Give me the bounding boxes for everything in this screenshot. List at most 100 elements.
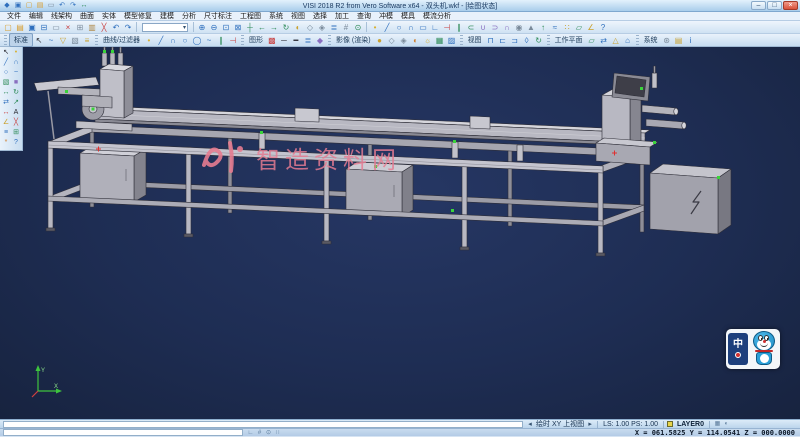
background-icon[interactable]: ▨: [446, 35, 458, 46]
line-style-icon[interactable]: ─: [278, 35, 290, 46]
light-icon[interactable]: ☼: [422, 35, 434, 46]
spline-icon[interactable]: ~: [203, 35, 215, 46]
right-cabinet[interactable]: [650, 164, 731, 234]
text-tool-icon[interactable]: A: [11, 108, 21, 118]
open-file-icon[interactable]: ▤: [35, 1, 45, 11]
refresh-icon[interactable]: ↔: [79, 1, 89, 11]
help-tool-icon[interactable]: ?: [11, 138, 21, 148]
mirror-tool-icon[interactable]: ⇄: [1, 98, 11, 108]
minimize-button[interactable]: –: [751, 1, 766, 10]
circle-icon[interactable]: ○: [179, 35, 191, 46]
select-chain-icon[interactable]: ~: [45, 35, 57, 46]
menu-item[interactable]: 模型修复: [120, 11, 156, 21]
machine-model[interactable]: [0, 47, 800, 419]
fillet-icon[interactable]: ⊂: [465, 22, 477, 33]
active-layer-label[interactable]: LAYER0: [675, 421, 706, 428]
menu-item[interactable]: 线架构: [47, 11, 76, 21]
toggle-grid-icon[interactable]: #: [255, 429, 264, 437]
menu-item[interactable]: 查询: [353, 11, 375, 21]
offset-icon[interactable]: ∥: [453, 22, 465, 33]
style-icon[interactable]: ◆: [314, 35, 326, 46]
toggle-ortho-icon[interactable]: ∟: [246, 429, 255, 437]
rectangle-icon[interactable]: ▭: [417, 22, 429, 33]
line-weight-icon[interactable]: ━: [290, 35, 302, 46]
surface-create-icon[interactable]: ▧: [1, 78, 11, 88]
point-icon[interactable]: •: [369, 22, 381, 33]
save-all-icon[interactable]: ⊟: [38, 22, 50, 33]
point-icon[interactable]: •: [143, 35, 155, 46]
view-side-icon[interactable]: ⊐: [509, 35, 521, 46]
toolbar-grip[interactable]: [636, 35, 639, 45]
polyline-icon[interactable]: ∟: [429, 22, 441, 33]
offset-icon[interactable]: ∥: [215, 35, 227, 46]
layer-tool-icon[interactable]: ≡: [1, 128, 11, 138]
status-grid-icon[interactable]: ▦: [713, 420, 722, 428]
toolbar-group-label[interactable]: 工作平面: [552, 35, 586, 45]
view-previous-icon[interactable]: ←: [256, 22, 268, 33]
rotate-tool-icon[interactable]: ↻: [11, 88, 21, 98]
hidden-line-icon[interactable]: ◈: [398, 35, 410, 46]
toolbar-group-label[interactable]: 曲线/过滤器: [100, 35, 143, 45]
rotate-view-icon[interactable]: ↻: [280, 22, 292, 33]
new-icon[interactable]: ▢: [2, 22, 14, 33]
view-top-icon[interactable]: ⊓: [485, 35, 497, 46]
view-next-icon[interactable]: →: [268, 22, 280, 33]
circle-create-icon[interactable]: ○: [1, 68, 11, 78]
point-create-icon[interactable]: •: [11, 48, 21, 58]
layer-combo[interactable]: ▾: [142, 23, 188, 32]
status-display-icon[interactable]: ◐: [722, 420, 731, 428]
dimension-tool-icon[interactable]: ↔: [1, 108, 11, 118]
menu-item[interactable]: 实体: [98, 11, 120, 21]
material-icon[interactable]: ▦: [434, 35, 446, 46]
toolbar-grip[interactable]: [4, 35, 7, 45]
coordinate-input[interactable]: [3, 429, 243, 436]
toggle-snap-icon[interactable]: ⊙: [264, 429, 273, 437]
view-next-button[interactable]: ▸: [586, 420, 594, 428]
move-tool-icon[interactable]: ↔: [1, 88, 11, 98]
union-icon[interactable]: ∪: [477, 22, 489, 33]
zoom-window-icon[interactable]: ⊡: [220, 22, 232, 33]
help-icon[interactable]: ?: [597, 22, 609, 33]
mask-icon[interactable]: ▧: [69, 35, 81, 46]
measure-tool-icon[interactable]: ∠: [1, 118, 11, 128]
redo-icon[interactable]: ↷: [68, 1, 78, 11]
shaded-icon[interactable]: ●: [374, 35, 386, 46]
undo-icon[interactable]: ↶: [57, 1, 67, 11]
paste-icon[interactable]: ▥: [86, 22, 98, 33]
menu-item[interactable]: 选择: [309, 11, 331, 21]
print-icon[interactable]: ▭: [46, 1, 56, 11]
view-iso-icon[interactable]: ◊: [521, 35, 533, 46]
toolbar-group-label[interactable]: 影像 (渲染): [333, 35, 374, 45]
workplane-flip-icon[interactable]: ⇄: [598, 35, 610, 46]
menu-item[interactable]: 建模: [156, 11, 178, 21]
hidden-line-icon[interactable]: ◈: [316, 22, 328, 33]
open-icon[interactable]: ▤: [14, 22, 26, 33]
erase-tool-icon[interactable]: ╳: [11, 118, 21, 128]
command-prompt-input[interactable]: [3, 421, 523, 428]
menu-item[interactable]: 分析: [178, 11, 200, 21]
line-create-icon[interactable]: ╱: [1, 58, 11, 68]
menu-item[interactable]: 模具: [397, 11, 419, 21]
left-head[interactable]: [34, 47, 133, 139]
maximize-button[interactable]: □: [767, 1, 782, 10]
color-icon[interactable]: ▩: [266, 35, 278, 46]
toolbar-grip[interactable]: [95, 35, 98, 45]
layers-icon[interactable]: ≣: [328, 22, 340, 33]
render-icon[interactable]: ◐: [410, 35, 422, 46]
toolbar-group-label[interactable]: 标准: [9, 33, 33, 47]
pan-icon[interactable]: ┼: [244, 22, 256, 33]
delete-icon[interactable]: ╳: [98, 22, 110, 33]
menu-item[interactable]: 系统: [265, 11, 287, 21]
grid-icon[interactable]: #: [340, 22, 352, 33]
explode-tool-icon[interactable]: *: [1, 138, 11, 148]
toolbar-grip[interactable]: [547, 35, 550, 45]
menu-item[interactable]: 模流分析: [419, 11, 455, 21]
toolbar-group-label[interactable]: 视图: [465, 35, 485, 45]
app-logo-icon[interactable]: ◆: [2, 1, 12, 11]
layer-color-chip[interactable]: [667, 421, 673, 427]
surface-tools-icon[interactable]: ≈: [549, 22, 561, 33]
line-icon[interactable]: ╱: [155, 35, 167, 46]
view-front-icon[interactable]: ⊏: [497, 35, 509, 46]
properties-icon[interactable]: ≡: [81, 35, 93, 46]
middle-cabinet[interactable]: [346, 162, 413, 217]
